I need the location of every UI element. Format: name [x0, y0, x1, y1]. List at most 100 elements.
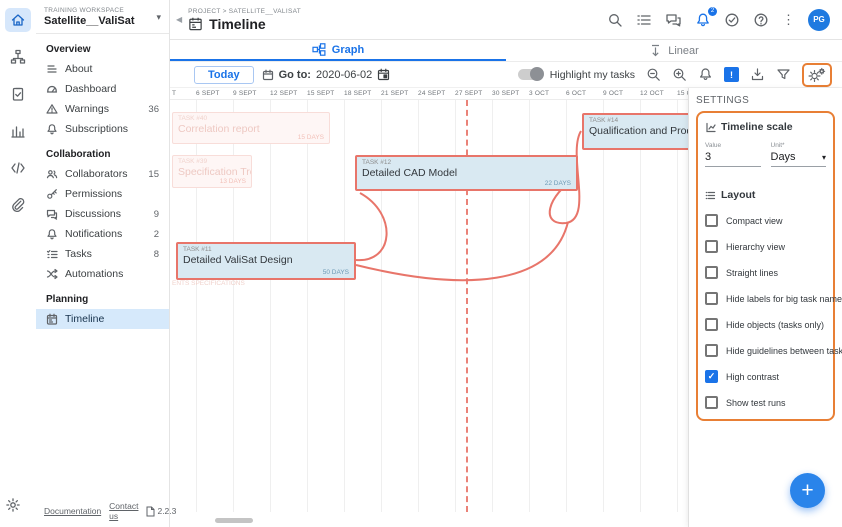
highlight-my-tasks-toggle[interactable]: Highlight my tasks	[517, 67, 635, 81]
help-icon[interactable]	[753, 12, 769, 28]
sidebar-item-dashboard[interactable]: Dashboard	[36, 79, 169, 99]
option-hide-objects[interactable]: Hide objects (tasks only)	[705, 318, 826, 331]
sidebar-footer: Documentation Contact us 2.2.3	[36, 501, 176, 521]
graph-view-icon	[312, 43, 326, 56]
checkbox[interactable]	[705, 344, 718, 357]
layout-options: Compact view Hierarchy view Straight lin…	[705, 214, 842, 409]
view-tabs: Graph Linear	[170, 40, 842, 62]
warnings-count: 36	[148, 103, 159, 115]
chevron-down-icon: ▾	[156, 12, 161, 22]
analyses-chart-icon[interactable]	[5, 119, 31, 143]
option-hierarchy-view[interactable]: Hierarchy view	[705, 240, 826, 253]
goto-date-value[interactable]: 2020-06-02	[316, 69, 372, 81]
task-card-specification-tree[interactable]: TASK #39 Specification Tree 13 DAYS	[172, 155, 252, 188]
section-title-overview: Overview	[46, 44, 91, 55]
search-icon[interactable]	[607, 12, 623, 28]
settings-gear-highlighted[interactable]	[802, 62, 832, 87]
zoom-in-icon[interactable]	[672, 67, 687, 82]
checkbox[interactable]	[705, 318, 718, 331]
check-circle-icon[interactable]	[724, 12, 740, 28]
layout-list-icon	[705, 191, 716, 199]
tab-graph[interactable]: Graph	[170, 40, 506, 61]
scale-unit-field: Unit* Days ▾	[770, 142, 826, 167]
collapse-sidebar-icon[interactable]: ◀	[176, 15, 182, 24]
checkbox[interactable]	[705, 240, 718, 253]
checkbox[interactable]	[705, 292, 718, 305]
sidebar-item-collaborators[interactable]: Collaborators 15	[36, 164, 169, 184]
gear-icon[interactable]	[0, 493, 26, 517]
paperclip-icon[interactable]	[5, 193, 31, 217]
breadcrumb: PROJECT > SATELLITE__VALISAT	[188, 7, 302, 15]
layout-title: Layout	[721, 189, 756, 201]
bell-icon	[47, 124, 57, 135]
option-hide-guidelines[interactable]: Hide guidelines between tasks	[705, 344, 842, 357]
workspace-selector[interactable]: TRAINING WORKSPACE Satellite__ValiSat ▾	[36, 0, 169, 34]
task-card-correlation-report[interactable]: TASK #40 Correlation report 15 DAYS	[172, 112, 330, 144]
people-icon	[46, 170, 58, 179]
task-card-detailed-cad-model[interactable]: TASK #12 Detailed CAD Model 22 DAYS	[355, 155, 578, 191]
gears-icon	[808, 67, 826, 82]
clipboard-check-icon[interactable]	[5, 82, 31, 106]
more-options-icon[interactable]: ⋮	[782, 13, 795, 26]
version-text: 2.2.3	[157, 506, 177, 516]
calendar-icon	[46, 313, 58, 325]
option-compact-view[interactable]: Compact view	[705, 214, 826, 227]
app-window: TRAINING WORKSPACE Satellite__ValiSat ▾ …	[0, 0, 842, 527]
notification-badge: 2	[708, 6, 717, 16]
warning-icon	[46, 104, 58, 114]
sidebar-item-timeline[interactable]: Timeline	[36, 309, 169, 329]
sidebar-item-about[interactable]: About	[36, 59, 169, 79]
sidebar-item-discussions[interactable]: Discussions 9	[36, 204, 169, 224]
main-area: ◀ PROJECT > SATELLITE__VALISAT Timeline …	[170, 0, 842, 527]
checkbox[interactable]	[705, 396, 718, 409]
checkbox[interactable]	[705, 214, 718, 227]
notifications-bell-icon[interactable]: 2	[695, 6, 717, 28]
scale-value-input[interactable]: 3	[705, 149, 761, 167]
option-high-contrast[interactable]: High contrast	[705, 370, 826, 383]
sidebar-item-warnings[interactable]: Warnings 36	[36, 99, 169, 119]
option-straight-lines[interactable]: Straight lines	[705, 266, 826, 279]
zoom-out-icon[interactable]	[646, 67, 661, 82]
contact-link[interactable]: Contact us	[109, 501, 138, 521]
timeline-scale-title: Timeline scale	[721, 121, 793, 133]
home-icon[interactable]	[5, 8, 31, 32]
sitemap-icon[interactable]	[5, 45, 31, 69]
option-hide-labels[interactable]: Hide labels for big task names	[705, 292, 842, 305]
sidebar-item-automations[interactable]: Automations	[36, 264, 169, 284]
code-icon[interactable]	[5, 156, 31, 180]
scale-unit-select[interactable]: Days ▾	[770, 149, 826, 167]
add-button[interactable]: +	[790, 473, 825, 508]
today-button[interactable]: Today	[194, 65, 254, 84]
settings-title: SETTINGS	[696, 95, 750, 106]
task-card-detailed-valisat-design[interactable]: TASK #11 Detailed ValiSat Design 50 DAYS	[176, 242, 356, 280]
avatar[interactable]: PG	[808, 8, 830, 31]
page-title: Timeline	[209, 15, 266, 32]
milestones-icon[interactable]: !	[724, 67, 739, 82]
sidebar-item-subscriptions[interactable]: Subscriptions	[36, 119, 169, 139]
shuffle-icon	[46, 268, 58, 280]
discussions-icon[interactable]	[665, 12, 682, 28]
option-show-test-runs[interactable]: Show test runs	[705, 396, 826, 409]
dashboard-icon	[46, 85, 58, 93]
filter-icon[interactable]	[776, 67, 791, 82]
documentation-link[interactable]: Documentation	[44, 506, 101, 516]
list-icon	[47, 65, 57, 73]
sidebar-item-permissions[interactable]: Permissions	[36, 184, 169, 204]
export-icon[interactable]	[750, 67, 765, 82]
nav-rail	[0, 0, 36, 527]
calendar-icon	[189, 17, 202, 31]
tab-linear[interactable]: Linear	[506, 40, 842, 61]
sidebar-item-notifications[interactable]: Notifications 2	[36, 224, 169, 244]
checkbox[interactable]	[705, 266, 718, 279]
workspace-name: Satellite__ValiSat	[44, 15, 135, 27]
horizontal-scrollbar-thumb[interactable]	[215, 518, 253, 523]
date-picker-icon[interactable]	[377, 68, 390, 81]
checkbox[interactable]	[705, 370, 718, 383]
task-list-icon	[46, 250, 58, 259]
sidebar-item-tasks[interactable]: Tasks 8	[36, 244, 169, 264]
settings-panel: SETTINGS Timeline scale Value 3 Unit* Da…	[688, 88, 842, 527]
bell-icon[interactable]	[698, 67, 713, 82]
page-header: ◀ PROJECT > SATELLITE__VALISAT Timeline …	[170, 0, 842, 40]
toggle-knob[interactable]	[517, 67, 544, 81]
activity-list-icon[interactable]	[636, 12, 652, 28]
